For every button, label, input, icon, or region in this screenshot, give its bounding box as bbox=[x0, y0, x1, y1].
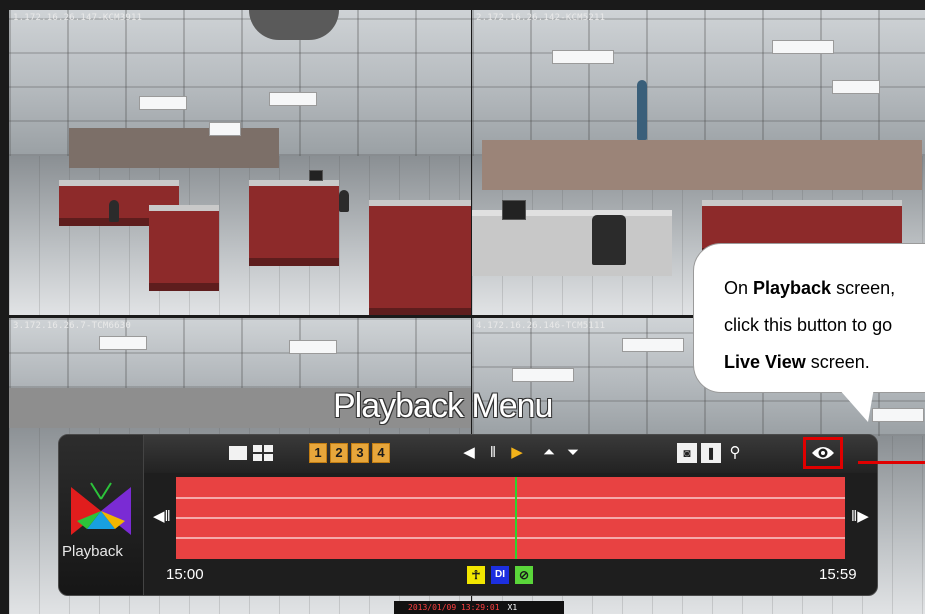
timeline-channel-divider bbox=[176, 497, 845, 499]
panel-app-sidebar: Playback bbox=[59, 435, 144, 595]
callout-bubble: On Playback screen, click this button to… bbox=[693, 243, 925, 393]
camera-3-label: 3.172.16.26.7-TCM6630 bbox=[13, 321, 131, 331]
callout-pointer-line bbox=[858, 461, 925, 464]
snapshot-icon[interactable]: ◙ bbox=[677, 443, 697, 463]
camera-2-light bbox=[772, 40, 834, 54]
camera-2-person bbox=[637, 80, 647, 140]
bookmark-icon[interactable]: ❚ bbox=[701, 443, 721, 463]
live-view-button[interactable] bbox=[803, 437, 843, 469]
callout-text: On Playback screen, click this button to… bbox=[724, 278, 896, 372]
camera-1-monitor bbox=[309, 170, 323, 181]
speed-up-icon[interactable]: ⏶ bbox=[539, 443, 559, 463]
playback-menu-title: Playback Menu bbox=[333, 387, 553, 425]
timeline-cursor[interactable] bbox=[515, 477, 517, 559]
camera-4-light bbox=[872, 408, 924, 422]
channel-2-button[interactable]: 2 bbox=[330, 443, 348, 463]
di-event-icon[interactable]: DI bbox=[491, 566, 509, 584]
camera-1-light bbox=[209, 122, 241, 136]
camera-1-desk bbox=[369, 200, 471, 315]
timeline-track[interactable] bbox=[176, 477, 845, 559]
channel-button-group: 1 2 3 4 bbox=[309, 443, 393, 463]
playback-app-label: Playback bbox=[62, 543, 123, 560]
camera-2-light bbox=[832, 80, 880, 94]
timeline-next-icon[interactable]: ‖▶ bbox=[851, 507, 869, 525]
camera-view-1[interactable]: 1.172.16.26.147-KCM3911 bbox=[9, 10, 471, 315]
camera-2-wall bbox=[482, 140, 922, 190]
camera-2-light bbox=[552, 50, 614, 64]
playback-panel: Playback 1 2 3 4 ◀ ‖ ▶ ⏶ ⏷ ◙ ❚ ⚲ ◀‖ ‖▶ 1… bbox=[58, 434, 878, 596]
video-loss-event-icon[interactable]: ⊘ bbox=[515, 566, 533, 584]
camera-1-person bbox=[339, 190, 349, 212]
camera-2-person bbox=[592, 215, 626, 265]
layout-button-group bbox=[229, 443, 273, 463]
search-icon[interactable]: ⚲ bbox=[725, 443, 745, 463]
timeline-prev-icon[interactable]: ◀‖ bbox=[153, 507, 171, 525]
camera-2-monitor bbox=[502, 200, 526, 220]
tool-buttons: ◙ ❚ ⚲ bbox=[677, 443, 749, 463]
rewind-icon[interactable]: ◀ bbox=[459, 443, 479, 463]
playback-controls: ◀ ‖ ▶ ⏶ ⏷ bbox=[459, 443, 587, 463]
playback-speed: X1 bbox=[507, 603, 518, 612]
camera-1-person bbox=[109, 200, 119, 222]
camera-3-light bbox=[99, 336, 147, 350]
camera-1-wall bbox=[69, 128, 279, 168]
camera-4-label: 4.172.16.26.146-TCM5111 bbox=[476, 321, 606, 331]
channel-4-button[interactable]: 4 bbox=[372, 443, 390, 463]
playback-status-bar: 2013/01/09 13:29:01 X1 bbox=[394, 601, 564, 614]
quad-layout-icon[interactable] bbox=[253, 445, 273, 461]
timeline-start-time: 15:00 bbox=[166, 566, 204, 583]
playback-logo-icon bbox=[71, 482, 131, 535]
channel-1-button[interactable]: 1 bbox=[309, 443, 327, 463]
camera-4-light bbox=[622, 338, 684, 352]
channel-3-button[interactable]: 3 bbox=[351, 443, 369, 463]
camera-4-light bbox=[512, 368, 574, 382]
motion-event-icon[interactable]: ☥ bbox=[467, 566, 485, 584]
speed-down-icon[interactable]: ⏷ bbox=[563, 443, 583, 463]
timeline-channel-divider bbox=[176, 537, 845, 539]
callout-tail bbox=[838, 388, 874, 422]
camera-1-label: 1.172.16.26.147-KCM3911 bbox=[13, 13, 143, 23]
playback-datetime: 2013/01/09 13:29:01 bbox=[408, 603, 500, 612]
camera-2-label: 2.172.16.26.142-KCM5211 bbox=[476, 13, 606, 23]
eye-icon bbox=[812, 447, 834, 459]
play-icon[interactable]: ▶ bbox=[507, 443, 527, 463]
camera-1-light bbox=[139, 96, 187, 110]
camera-1-light bbox=[269, 92, 317, 106]
timeline-end-time: 15:59 bbox=[819, 566, 857, 583]
camera-1-desk bbox=[149, 205, 219, 291]
camera-1-desk bbox=[249, 180, 339, 266]
timeline-channel-divider bbox=[176, 517, 845, 519]
single-layout-icon[interactable] bbox=[229, 446, 247, 460]
pause-icon[interactable]: ‖ bbox=[483, 443, 503, 463]
camera-3-light bbox=[289, 340, 337, 354]
